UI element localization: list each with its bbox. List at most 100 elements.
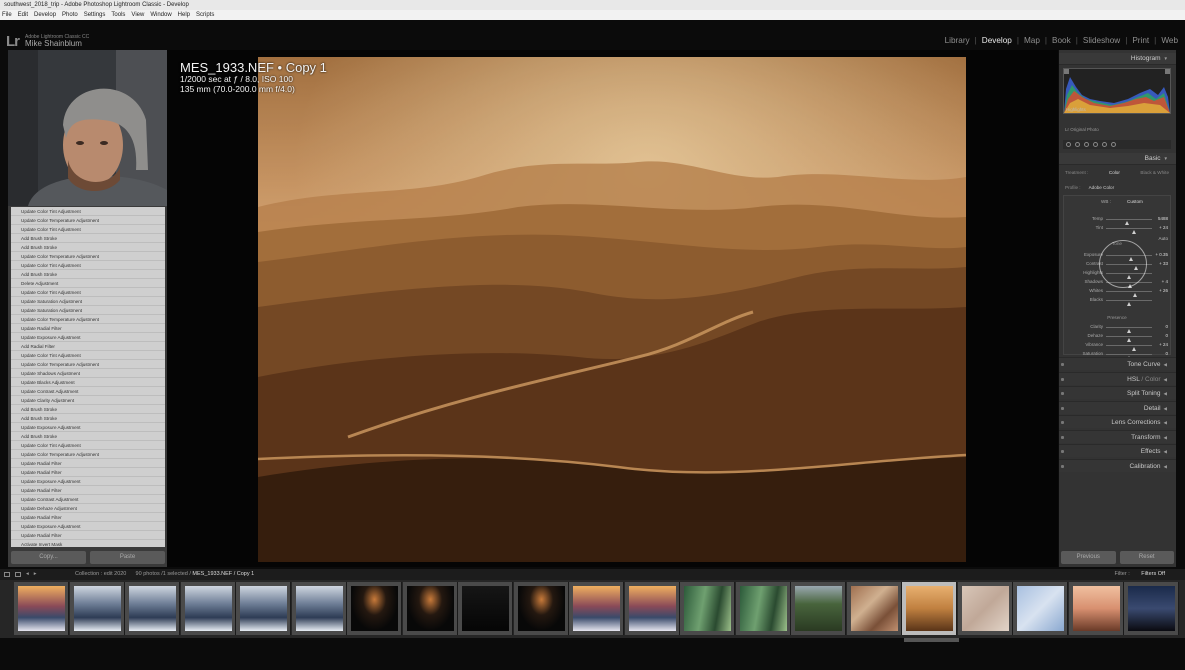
slider-value[interactable]: + 24 (1159, 341, 1168, 349)
panel-switch-icon[interactable] (1061, 363, 1064, 366)
menu-scripts[interactable]: Scripts (196, 10, 214, 20)
second-window-icon[interactable] (15, 572, 21, 577)
slider-track[interactable] (1106, 228, 1152, 234)
slider-track[interactable] (1106, 327, 1152, 333)
filmstrip-thumb[interactable] (957, 582, 1013, 635)
slider-tint[interactable]: Tint + 24 (1064, 224, 1170, 234)
menu-file[interactable]: File (2, 10, 12, 20)
menu-view[interactable]: View (131, 10, 144, 20)
nav-forward-icon[interactable]: ▸ (34, 569, 37, 580)
history-list[interactable]: Update Color Tint Adjustment Update Color… (11, 207, 165, 547)
slider-dehaze[interactable]: Dehaze 0 (1064, 332, 1170, 342)
history-item[interactable]: Update Contrast Adjustment (11, 387, 165, 396)
slider-clarity[interactable]: Clarity 0 (1064, 323, 1170, 333)
collection-label[interactable]: Collection : edit 2020 (75, 571, 126, 577)
menu-help[interactable]: Help (178, 10, 190, 20)
slider-whites[interactable]: Whites + 26 (1064, 287, 1170, 297)
history-item[interactable]: Add Brush Stroke (11, 234, 165, 243)
history-item[interactable]: Update Dehaze Adjustment (11, 504, 165, 513)
history-item[interactable]: Add Brush Stroke (11, 270, 165, 279)
basic-header[interactable]: Basic ▼ (1059, 153, 1176, 165)
slider-track[interactable] (1106, 300, 1152, 306)
reset-button[interactable]: Reset (1119, 551, 1174, 564)
filmstrip[interactable] (0, 580, 1185, 638)
history-item[interactable]: Update Color Tint Adjustment (11, 207, 165, 216)
radial-filter-icon[interactable] (1102, 142, 1107, 147)
menu-photo[interactable]: Photo (62, 10, 78, 20)
history-item[interactable]: Update Exposure Adjustment (11, 522, 165, 531)
history-item[interactable]: Update Radial Filter (11, 324, 165, 333)
grid-view-icon[interactable] (4, 572, 10, 577)
slider-highlights[interactable]: Highlights (1064, 269, 1170, 279)
history-item[interactable]: Update Color Tint Adjustment (11, 351, 165, 360)
filmstrip-thumb[interactable] (69, 582, 125, 635)
module-map[interactable]: Map (1019, 36, 1045, 45)
slider-blacks[interactable]: Blacks (1064, 296, 1170, 306)
slider-knob[interactable] (1131, 230, 1136, 234)
slider-track[interactable] (1106, 273, 1152, 279)
treatment-color[interactable]: Color (1109, 168, 1120, 177)
slider-value[interactable]: 0 (1165, 332, 1168, 340)
history-item[interactable]: Update Color Temperature Adjustment (11, 252, 165, 261)
filmstrip-thumb[interactable] (1068, 582, 1124, 635)
menu-settings[interactable]: Settings (84, 10, 106, 20)
filmstrip-thumb[interactable] (569, 582, 624, 635)
filmstrip-thumb[interactable] (902, 582, 957, 635)
panel-switch-icon[interactable] (1061, 435, 1064, 439)
history-item[interactable]: Delete Adjustment (11, 279, 165, 288)
filmstrip-thumb[interactable] (180, 582, 236, 635)
copy-button[interactable]: Copy... (11, 551, 86, 564)
panel-calibration[interactable]: Calibration ◀ (1059, 458, 1176, 472)
slider-track[interactable] (1106, 336, 1152, 342)
slider-track[interactable] (1106, 282, 1152, 288)
filmstrip-thumb[interactable] (846, 582, 902, 635)
history-item[interactable]: Update Shadows Adjustment (11, 369, 165, 378)
panel-switch-icon[interactable] (1061, 464, 1064, 468)
module-web[interactable]: Web (1156, 36, 1183, 45)
slider-track[interactable] (1106, 255, 1152, 261)
history-item[interactable]: Update Contrast Adjustment (11, 495, 165, 504)
history-item[interactable]: Update Color Tint Adjustment (11, 288, 165, 297)
filmstrip-thumb[interactable] (236, 582, 291, 635)
filmstrip-thumb[interactable] (402, 582, 458, 635)
slider-vibrance[interactable]: Vibrance + 24 (1064, 341, 1170, 351)
history-item[interactable]: Update Color Tint Adjustment (11, 225, 165, 234)
history-item[interactable]: Update Exposure Adjustment (11, 477, 165, 486)
panel-lens-corrections[interactable]: Lens Corrections ◀ (1059, 415, 1176, 428)
filmstrip-thumb[interactable] (347, 582, 402, 635)
history-item[interactable]: Update Saturation Adjustment (11, 297, 165, 306)
slider-track[interactable] (1106, 264, 1152, 270)
spot-removal-icon[interactable] (1075, 142, 1080, 147)
history-item[interactable]: Add Brush Stroke (11, 414, 165, 423)
crop-tool-icon[interactable] (1066, 142, 1071, 147)
previous-button[interactable]: Previous (1061, 551, 1116, 564)
slider-temp[interactable]: Temp 5488 (1064, 215, 1170, 225)
histogram-chart[interactable]: Highlights (1063, 68, 1171, 114)
history-item[interactable]: Update Color Temperature Adjustment (11, 360, 165, 369)
filter-select[interactable]: Filters Off (1141, 571, 1165, 577)
panel-transform[interactable]: Transform ◀ (1059, 429, 1176, 443)
slider-track[interactable] (1106, 291, 1152, 297)
history-item[interactable]: Update Blacks Adjustment (11, 378, 165, 387)
menu-edit[interactable]: Edit (18, 10, 28, 20)
history-item[interactable]: Update Radial Filter (11, 486, 165, 495)
menu-window[interactable]: Window (150, 10, 171, 20)
filmstrip-thumb[interactable] (291, 582, 347, 635)
histogram-header[interactable]: Histogram ▼ (1059, 53, 1176, 65)
module-library[interactable]: Library (940, 36, 975, 45)
profile-select[interactable]: Adobe Color (1089, 183, 1115, 192)
filmstrip-thumb[interactable] (458, 582, 513, 635)
history-item[interactable]: Update Radial Filter (11, 531, 165, 540)
panel-switch-icon[interactable] (1061, 406, 1064, 410)
treatment-bw[interactable]: Black & White (1140, 168, 1169, 177)
panel-switch-icon[interactable] (1061, 392, 1064, 395)
history-item[interactable]: Update Color Temperature Adjustment (11, 450, 165, 459)
module-book[interactable]: Book (1047, 36, 1076, 45)
module-develop[interactable]: Develop (977, 36, 1017, 45)
slider-value[interactable]: + 0.35 (1155, 251, 1168, 259)
slider-value[interactable]: + 4 (1162, 278, 1168, 286)
slider-knob[interactable] (1127, 302, 1131, 306)
history-item[interactable]: Update Saturation Adjustment (11, 306, 165, 315)
panel-switch-icon[interactable] (1061, 450, 1064, 453)
history-item[interactable]: Add Radial Filter (11, 342, 165, 351)
